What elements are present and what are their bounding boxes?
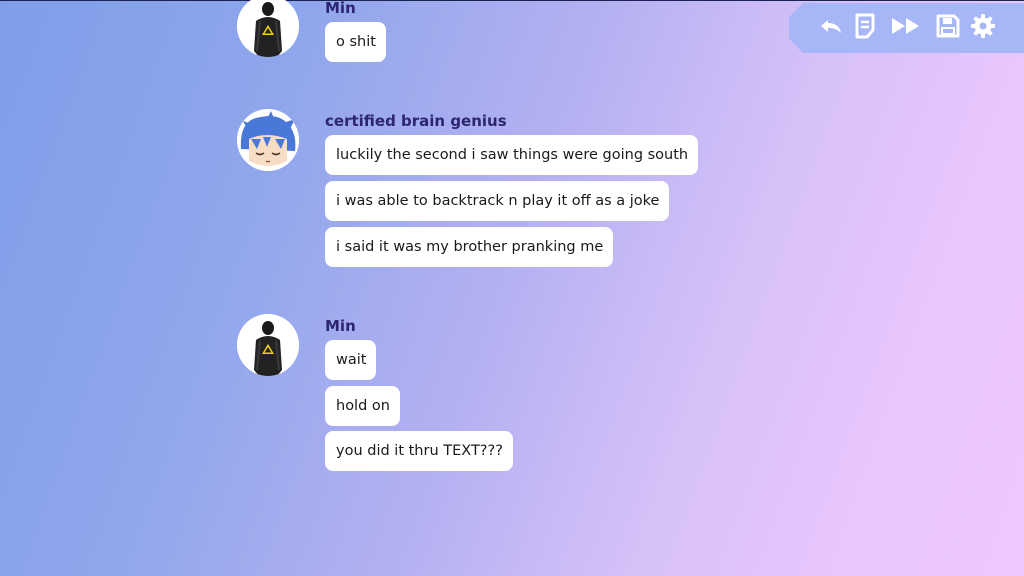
message-bubble: you did it thru TEXT??? — [325, 431, 513, 471]
quick-menu-toolbar — [789, 3, 1024, 53]
window-top-edge — [0, 0, 1024, 1]
save-icon[interactable] — [934, 12, 962, 40]
message-bubble: i said it was my brother pranking me — [325, 227, 614, 267]
sender-name: certified brain genius — [325, 112, 507, 130]
history-icon[interactable] — [851, 12, 879, 40]
fast-forward-icon[interactable] — [889, 12, 923, 40]
undo-icon[interactable] — [817, 12, 845, 40]
min-avatar — [237, 0, 299, 57]
message-bubble: luckily the second i saw things were goi… — [325, 135, 699, 175]
genius-avatar — [237, 109, 299, 171]
message-bubble: hold on — [325, 386, 400, 426]
min-avatar — [237, 314, 299, 376]
message-bubble: o shit — [325, 22, 386, 62]
sender-name: Min — [325, 0, 356, 17]
settings-gear-icon[interactable] — [969, 12, 997, 40]
sender-name: Min — [325, 317, 356, 335]
message-bubble: wait — [325, 340, 377, 380]
message-bubble: i was able to backtrack n play it off as… — [325, 181, 670, 221]
